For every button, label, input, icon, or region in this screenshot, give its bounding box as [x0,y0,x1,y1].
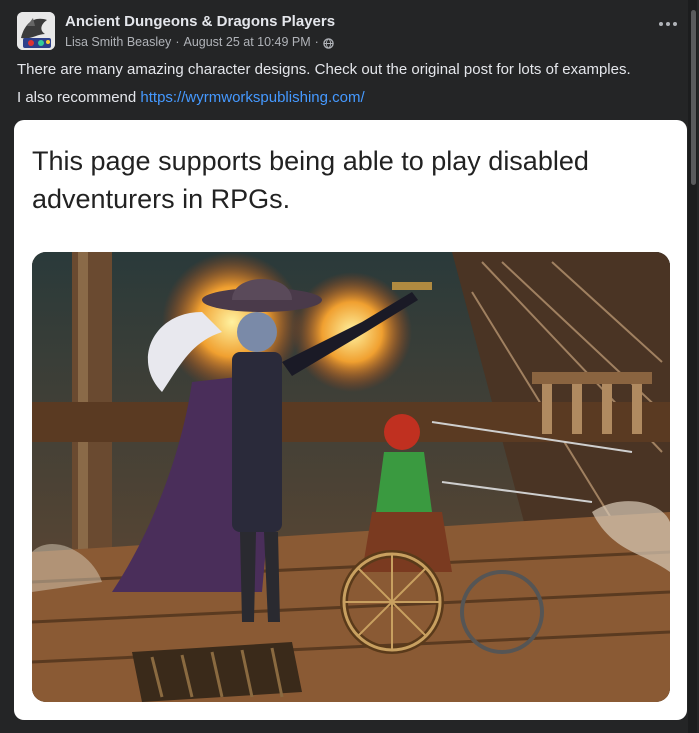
facebook-post: Ancient Dungeons & Dragons Players Lisa … [0,0,699,733]
post-text-line-2: I also recommend https://wyrmworkspublis… [17,88,669,108]
post-body: There are many amazing character designs… [17,60,669,116]
shared-image[interactable]: This page supports being able to play di… [14,120,687,720]
recommend-prefix: I also recommend [17,89,141,106]
group-avatar[interactable] [17,12,55,50]
post-timestamp-link[interactable]: August 25 at 10:49 PM [183,34,310,50]
wyrmworks-link[interactable]: https://wyrmworkspublishing.com/ [140,89,364,106]
more-options-button[interactable] [657,16,679,32]
separator: · [175,35,180,49]
author-name-link[interactable]: Lisa Smith Beasley [65,34,171,50]
globe-icon[interactable] [323,37,334,49]
pirate-ship-battle-illustration [32,252,670,702]
post-subline: Lisa Smith Beasley · August 25 at 10:49 … [65,34,335,50]
image-caption-text: This page supports being able to play di… [32,146,589,214]
post-text-line-1: There are many amazing character designs… [17,61,631,78]
scrollbar-thumb[interactable] [691,10,696,185]
post-header: Ancient Dungeons & Dragons Players Lisa … [17,12,335,50]
group-name-link[interactable]: Ancient Dungeons & Dragons Players [65,13,335,31]
post-footer-edge [0,720,699,733]
separator: · [314,35,319,49]
more-horizontal-icon [659,22,663,26]
post-meta: Ancient Dungeons & Dragons Players Lisa … [65,12,335,50]
